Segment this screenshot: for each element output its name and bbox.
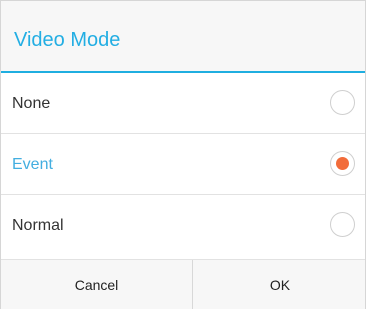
dialog-footer: Cancel OK [1,259,365,309]
video-mode-dialog: Video Mode None Event Normal Cancel OK [0,0,366,309]
radio-selected-icon[interactable] [330,151,355,176]
radio-unselected-icon[interactable] [330,212,355,237]
option-event[interactable]: Event [1,134,365,195]
dialog-header: Video Mode [1,1,365,73]
option-event-label: Event [12,156,53,173]
ok-button[interactable]: OK [193,260,366,309]
option-normal[interactable]: Normal [1,195,365,256]
option-normal-label: Normal [12,217,64,234]
cancel-button[interactable]: Cancel [1,260,193,309]
option-none[interactable]: None [1,73,365,134]
option-none-label: None [12,95,51,112]
radio-unselected-icon[interactable] [330,90,355,115]
dialog-title: Video Mode [14,29,121,51]
radio-dot-icon [336,157,349,170]
